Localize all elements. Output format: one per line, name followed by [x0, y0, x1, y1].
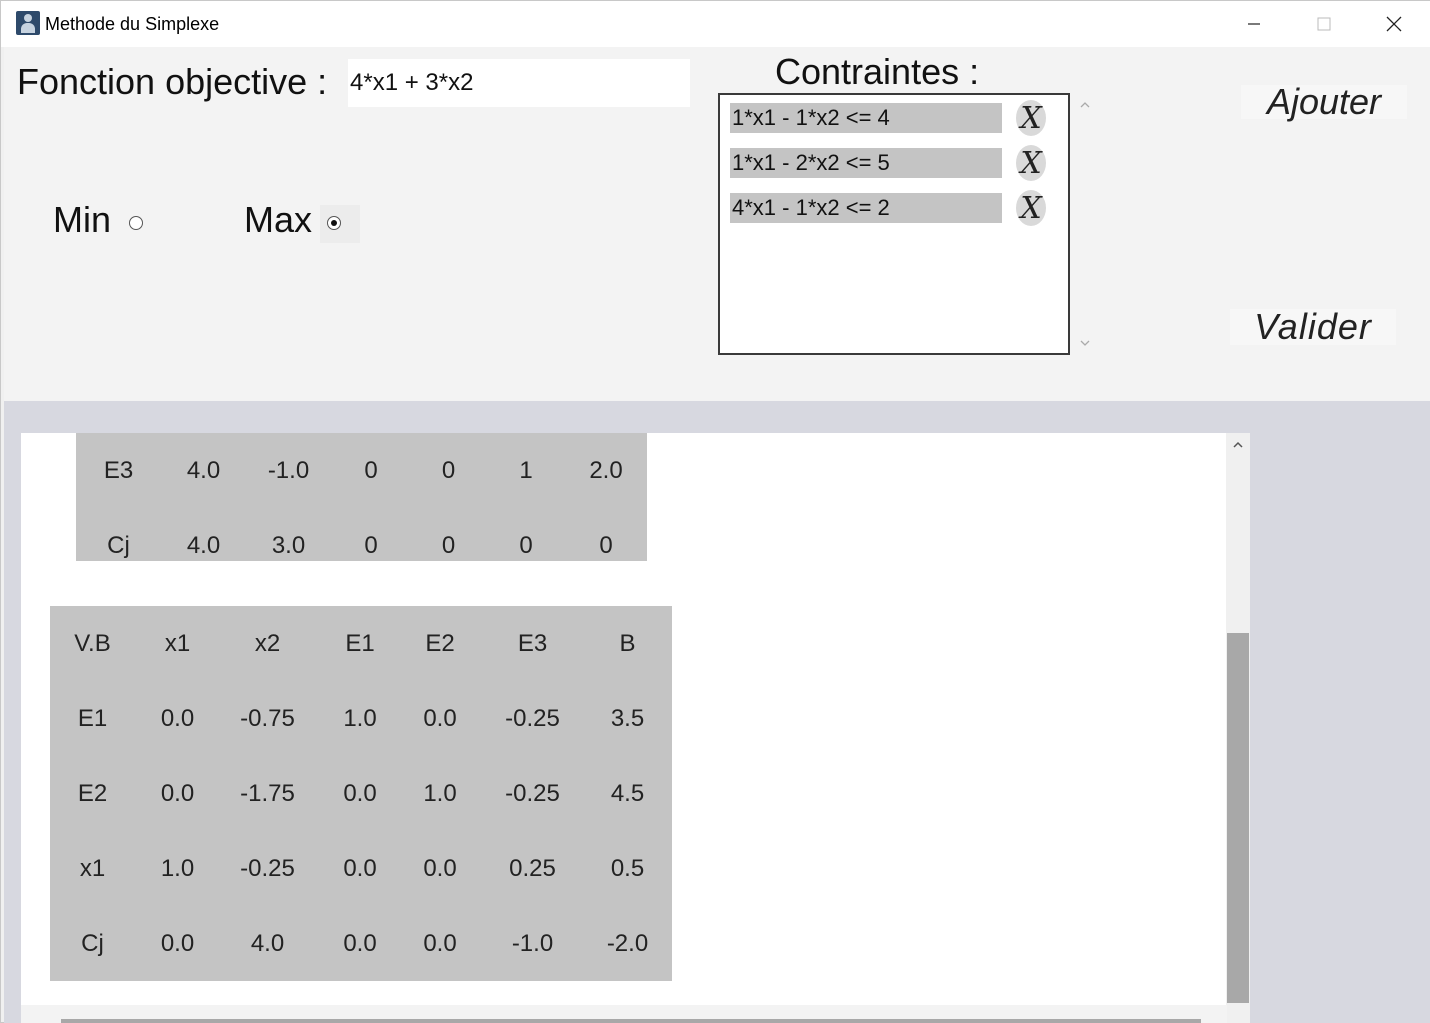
minimize-button[interactable]: [1219, 1, 1289, 47]
scroll-up-icon: [1233, 441, 1243, 448]
tableau-cell: 0.5: [610, 855, 645, 882]
tableau-cell: 0.0: [160, 930, 195, 957]
app-icon: [16, 11, 40, 35]
tableau-cell: 4.0: [186, 457, 221, 484]
scrollbar-thumb[interactable]: [1227, 633, 1249, 1003]
input-panel: Fonction objective : Min Max Contraintes…: [4, 47, 1430, 401]
tableau-cell: 4.5: [610, 780, 645, 807]
tableau-cell: E3: [517, 630, 548, 657]
delete-constraint-button[interactable]: X: [1016, 190, 1046, 226]
tableau-cell: 0.0: [343, 930, 377, 957]
window-title: Methode du Simplexe: [45, 14, 220, 34]
tableau-cell: E1: [77, 705, 108, 732]
tableau-cell: 0.0: [343, 855, 377, 882]
tableau-cell: 0: [599, 532, 613, 559]
tableau-cell: 0: [364, 532, 378, 559]
tableau-cell: 0: [364, 457, 378, 484]
tableau-row: E2 0.0 -1.75 0.0 1.0 -0.25 4.5: [50, 756, 672, 831]
results-panel: E3 4.0 -1.0 0 0 1 2.0 Cj 4.0 3.0 0 0 0 0 V.B x1 x2 E1 E2 E…: [4, 401, 1430, 1023]
tableau-cell: -0.25: [505, 705, 560, 732]
tableau-cell: E2: [77, 780, 108, 807]
constraints-scrollbar[interactable]: [1074, 93, 1096, 355]
tableau-cell: 3.0: [271, 532, 306, 559]
tableau-cell: E1: [345, 630, 375, 657]
maximize-icon: [1317, 17, 1331, 31]
delete-constraint-button[interactable]: X: [1016, 145, 1046, 181]
tableau-cell: 0: [441, 457, 456, 484]
tableau-cell: 3.5: [610, 705, 645, 732]
constraint-field[interactable]: 4*x1 - 1*x2 <= 2: [730, 193, 1002, 223]
scroll-down-icon: [1080, 340, 1090, 346]
minimize-icon: [1248, 23, 1260, 25]
tableau-cell: -1.0: [511, 930, 554, 957]
tableau-cell: 1: [519, 457, 533, 484]
tableau-cell: 2.0: [589, 457, 623, 484]
tableau-cell: 4.0: [186, 532, 221, 559]
tableau-cell: V.B: [74, 630, 111, 657]
results-horizontal-scrollbar[interactable]: [21, 1005, 1227, 1023]
tableau-row: Cj 4.0 3.0 0 0 0 0: [76, 508, 647, 583]
tableau-row: x1 1.0 -0.25 0.0 0.0 0.25 0.5: [50, 831, 672, 906]
results-vertical-scrollbar[interactable]: [1226, 433, 1250, 1023]
constraints-list: 1*x1 - 1*x2 <= 4 X 1*x1 - 2*x2 <= 5 X 4*…: [718, 93, 1070, 355]
tableau-cell: -2.0: [606, 930, 649, 957]
tableau-cell: 0.0: [423, 705, 457, 732]
objective-input[interactable]: [348, 59, 690, 107]
tableau-cell: x1: [79, 855, 106, 882]
tableau-cell: 1.0: [343, 705, 377, 732]
tableau-row: E1 0.0 -0.75 1.0 0.0 -0.25 3.5: [50, 681, 672, 756]
close-button[interactable]: [1359, 1, 1429, 47]
maximize-button[interactable]: [1289, 1, 1359, 47]
constraints-label: Contraintes :: [775, 51, 980, 92]
scrollbar-thumb[interactable]: [61, 1019, 1201, 1023]
objective-label: Fonction objective :: [17, 61, 328, 102]
max-radio[interactable]: [327, 216, 341, 230]
tableau-cell: 0.0: [423, 855, 457, 882]
tableau-cell: 4.0: [250, 930, 285, 957]
tableau-row: E3 4.0 -1.0 0 0 1 2.0: [76, 433, 647, 508]
tableau-cell: -1.0: [267, 457, 310, 484]
tableau-cell: x1: [164, 630, 191, 657]
tableau-cell: 0.0: [160, 780, 195, 807]
tableau-row: Cj 0.0 4.0 0.0 0.0 -1.0 -2.0: [50, 906, 672, 981]
tableau-cell: 0.0: [423, 930, 457, 957]
tableau-cell: E3: [103, 457, 134, 484]
close-icon: [1386, 16, 1402, 32]
tableau-cell: -0.25: [240, 855, 295, 882]
tableau-cell: B: [619, 630, 636, 657]
min-label: Min: [53, 199, 112, 240]
scroll-up-icon: [1080, 102, 1090, 108]
tableau-cell: E2: [425, 630, 455, 657]
tableau-cell: 0: [441, 532, 456, 559]
tableau-cell: -0.25: [505, 780, 560, 807]
results-scroll-area: E3 4.0 -1.0 0 0 1 2.0 Cj 4.0 3.0 0 0 0 0 V.B x1 x2 E1 E2 E…: [21, 433, 1227, 1005]
add-button[interactable]: Ajouter: [1241, 81, 1407, 122]
tableau-cell: 1.0: [160, 855, 195, 882]
tableau-cell: 0.25: [509, 855, 556, 882]
tableau-cell: -1.75: [240, 780, 295, 807]
tableau-cell: x2: [254, 630, 281, 657]
simplex-tableau: E3 4.0 -1.0 0 0 1 2.0 Cj 4.0 3.0 0 0 0 0: [76, 433, 647, 561]
max-label: Max: [244, 199, 313, 240]
tableau-cell: -0.75: [240, 705, 295, 732]
title-bar: Methode du Simplexe: [1, 1, 1430, 47]
tableau-cell: 0: [519, 532, 533, 559]
constraint-field[interactable]: 1*x1 - 1*x2 <= 4: [730, 103, 1002, 133]
tableau-cell: 0.0: [343, 780, 377, 807]
min-radio[interactable]: [129, 216, 143, 230]
constraint-field[interactable]: 1*x1 - 2*x2 <= 5: [730, 148, 1002, 178]
tableau-cell: Cj: [107, 532, 130, 559]
simplex-tableau: V.B x1 x2 E1 E2 E3 B E1 0.0 -0.75 1.0 0.0 -0.25 3.5 E2…: [50, 606, 672, 981]
delete-constraint-button[interactable]: X: [1016, 100, 1046, 136]
tableau-cell: 0.0: [160, 705, 195, 732]
tableau-cell: 1.0: [423, 780, 457, 807]
tableau-cell: Cj: [81, 930, 104, 957]
tableau-row: V.B x1 x2 E1 E2 E3 B: [50, 606, 672, 681]
app-window: Methode du Simplexe Fonction objective :…: [0, 0, 1430, 1023]
validate-button[interactable]: Valider: [1230, 306, 1396, 347]
